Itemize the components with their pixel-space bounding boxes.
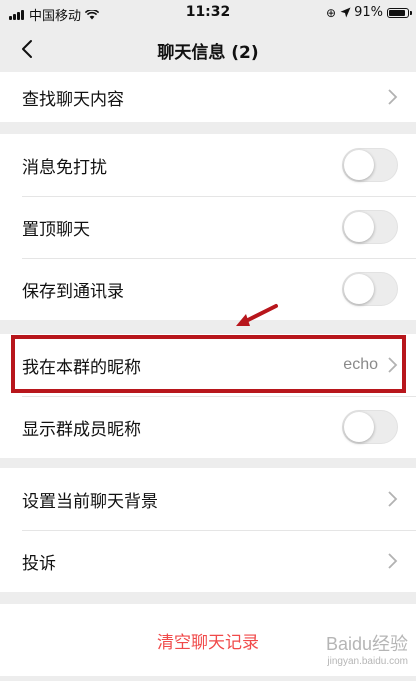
page-title: 聊天信息 (2) — [157, 43, 259, 63]
battery-percent: 91% — [354, 5, 383, 20]
save-contacts-toggle[interactable] — [342, 272, 398, 306]
show-nicknames-row: 显示群成员昵称 — [0, 396, 416, 458]
status-bar: 中国移动 11:32 ⊕ 91% — [0, 0, 416, 26]
watermark-logo: Baidu经验 — [325, 634, 408, 654]
show-nicknames-toggle[interactable] — [342, 410, 398, 444]
save-contacts-label: 保存到通讯录 — [22, 281, 124, 302]
clear-history-label: 清空聊天记录 — [157, 632, 259, 653]
set-background-row[interactable]: 设置当前聊天背景 — [0, 468, 416, 530]
save-contacts-row: 保存到通讯录 — [0, 258, 416, 320]
orientation-lock-icon: ⊕ — [326, 5, 337, 20]
search-chat-row[interactable]: 查找聊天内容 — [0, 72, 416, 122]
pin-toggle[interactable] — [342, 210, 398, 244]
pin-label: 置顶聊天 — [22, 219, 90, 240]
nav-bar: 聊天信息 (2) — [0, 26, 416, 72]
complain-row[interactable]: 投诉 — [0, 530, 416, 592]
search-group: 查找聊天内容 — [0, 72, 416, 122]
complain-label: 投诉 — [22, 553, 56, 574]
arrow-annotation-icon — [236, 304, 278, 326]
chevron-right-icon — [388, 89, 398, 105]
settings-group: 消息免打扰 置顶聊天 保存到通讯录 — [0, 134, 416, 320]
mute-label: 消息免打扰 — [22, 157, 107, 178]
background-group: 设置当前聊天背景 投诉 — [0, 468, 416, 592]
mute-row: 消息免打扰 — [0, 134, 416, 196]
search-chat-label: 查找聊天内容 — [22, 89, 124, 110]
set-background-label: 设置当前聊天背景 — [22, 491, 158, 512]
highlight-annotation — [11, 335, 406, 393]
chevron-right-icon — [388, 553, 398, 569]
battery-icon — [387, 7, 412, 18]
mute-toggle[interactable] — [342, 148, 398, 182]
watermark-url: jingyan.baidu.com — [327, 656, 408, 667]
pin-row: 置顶聊天 — [0, 196, 416, 258]
watermark: Baidu经验 jingyan.baidu.com — [326, 630, 408, 667]
show-nicknames-label: 显示群成员昵称 — [22, 419, 141, 440]
chevron-right-icon — [388, 491, 398, 507]
location-icon — [340, 7, 351, 18]
